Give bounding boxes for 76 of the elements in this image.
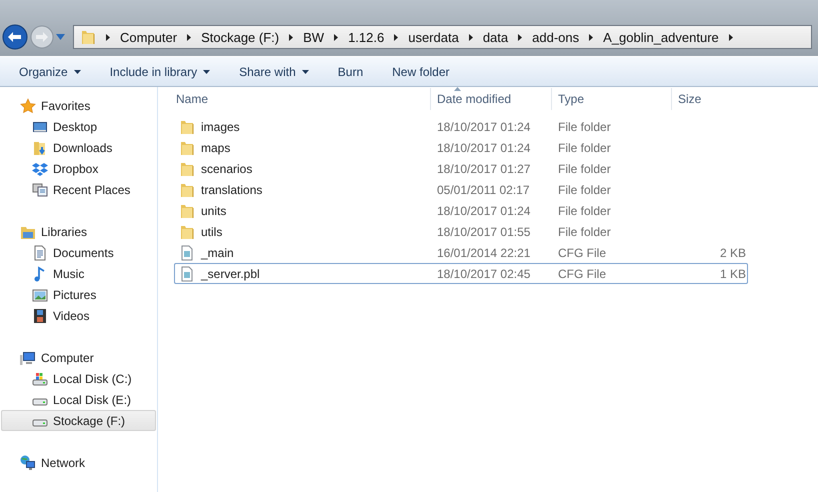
star-icon [20, 98, 36, 114]
caret-icon [203, 70, 210, 74]
folder-icon [179, 182, 195, 198]
toolbar-button[interactable]: Include in library [102, 60, 218, 82]
toolbar-button[interactable]: Organize [12, 60, 88, 82]
nav-item[interactable]: Dropbox [1, 158, 156, 179]
folder-icon [179, 140, 195, 156]
system-drive-icon [32, 370, 48, 386]
nav-item[interactable]: Local Disk (E:) [1, 389, 156, 410]
file-row[interactable]: _main 16/01/2014 22:21 CFG File 2 KB [174, 242, 748, 263]
chevron-icon[interactable] [289, 34, 294, 40]
network-icon [20, 454, 36, 470]
chevron-icon[interactable] [728, 34, 733, 40]
breadcrumb[interactable]: 1.12.6 [348, 30, 384, 44]
breadcrumb[interactable]: A_goblin_adventure [603, 30, 719, 44]
film-strip-icon [32, 308, 48, 324]
toolbar-button[interactable]: Share with [232, 60, 316, 82]
nav-group[interactable]: Network [0, 452, 157, 473]
caret-icon [302, 70, 309, 74]
chevron-icon[interactable] [518, 34, 522, 40]
nav-item[interactable]: Recent Places [1, 179, 156, 200]
address-bar[interactable]: Computer Stockage (F:) BW 1.12.6 userdata data add-ons A_goblin_adventure [73, 25, 812, 49]
nav-item[interactable]: Music [1, 263, 156, 284]
column-header[interactable]: Size [671, 88, 743, 110]
drive-icon [32, 418, 48, 426]
file-icon [179, 266, 195, 282]
nav-item[interactable]: Stockage (F:) [1, 410, 156, 431]
folder-icon [179, 118, 195, 134]
nav-item[interactable]: Desktop [1, 116, 156, 137]
toolbar-button[interactable]: New folder [385, 60, 456, 82]
nav-item[interactable]: Local Disk (C:) [1, 368, 156, 389]
file-row[interactable]: scenarios 18/10/2017 01:27 File folder [174, 158, 748, 179]
folder-icon [179, 160, 195, 176]
file-row[interactable]: _server.pbl 18/10/2017 02:45 CFG File 1 KB [174, 263, 748, 284]
breadcrumb[interactable]: data [482, 30, 508, 44]
file-row[interactable]: images 18/10/2017 01:24 File folder [174, 116, 748, 137]
computer-icon [20, 350, 36, 366]
file-row[interactable]: utils 18/10/2017 01:55 File folder [174, 221, 748, 242]
file-row[interactable]: translations 05/01/2011 02:17 File folder [174, 179, 748, 200]
picture-frame-icon [32, 286, 48, 302]
chevron-icon[interactable] [468, 34, 473, 40]
chevron-icon[interactable] [334, 34, 338, 40]
caret-icon [74, 70, 81, 74]
breadcrumb[interactable]: BW [303, 30, 324, 44]
breadcrumb[interactable]: userdata [408, 30, 459, 44]
file-icon [179, 244, 195, 260]
folder-icon [80, 29, 96, 45]
chevron-icon[interactable] [394, 34, 398, 40]
nav-group[interactable]: Favorites [0, 95, 157, 116]
nav-group[interactable]: Libraries [0, 221, 157, 242]
column-header[interactable]: Date modified [430, 88, 551, 110]
file-row[interactable]: units 18/10/2017 01:24 File folder [174, 200, 748, 221]
download-folder-icon [32, 140, 48, 156]
drive-icon [32, 398, 48, 406]
breadcrumb[interactable]: add-ons [532, 30, 580, 44]
nav-group[interactable]: Computer [0, 347, 157, 368]
sort-arrow-icon [454, 87, 461, 91]
breadcrumb[interactable]: Computer [120, 30, 178, 44]
toolbar-button[interactable]: Burn [330, 60, 370, 82]
dropbox-icon [32, 160, 48, 176]
file-row[interactable]: maps 18/10/2017 01:24 File folder [174, 137, 748, 158]
nav-item[interactable]: Downloads [1, 137, 156, 158]
nav-item[interactable]: Videos [1, 305, 156, 326]
nav-item[interactable]: Documents [1, 242, 156, 263]
nav-item[interactable]: Pictures [1, 284, 156, 305]
folder-icon [179, 202, 195, 218]
chevron-icon[interactable] [589, 34, 594, 40]
chevron-icon[interactable] [187, 34, 192, 40]
document-icon [32, 244, 48, 260]
back-button[interactable] [2, 24, 28, 50]
recent-places-icon [32, 182, 48, 198]
folder-icon [179, 224, 195, 240]
chevron-icon[interactable] [106, 34, 110, 40]
breadcrumb[interactable]: Stockage (F:) [201, 30, 280, 44]
column-header[interactable]: Name [170, 88, 430, 110]
column-header[interactable]: Type [551, 88, 671, 110]
